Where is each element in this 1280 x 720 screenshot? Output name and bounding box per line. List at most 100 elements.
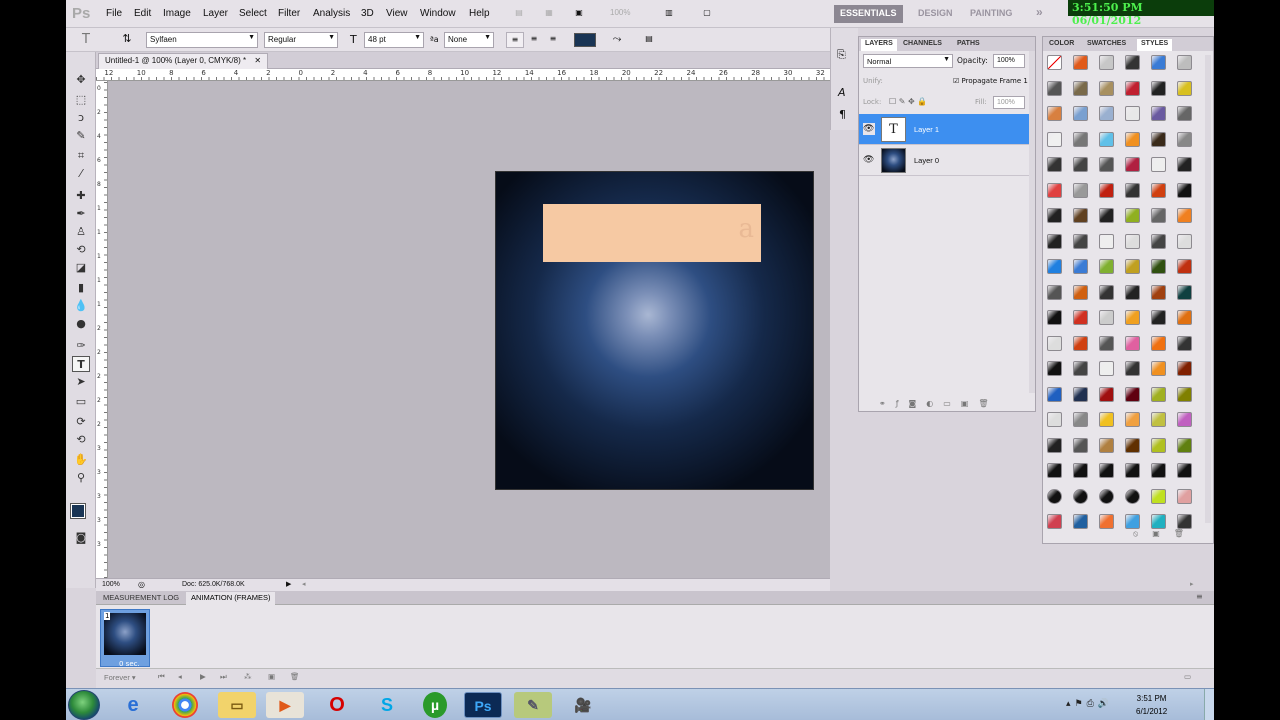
style-swatch[interactable] bbox=[1151, 514, 1166, 529]
workspace-more-icon[interactable]: » bbox=[1030, 2, 1049, 20]
document-canvas[interactable]: a bbox=[495, 171, 814, 490]
workspace-essentials[interactable]: ESSENTIALS bbox=[834, 5, 903, 23]
tween-icon[interactable]: ⁂ bbox=[244, 672, 252, 681]
warp-text-icon[interactable]: ⤳ bbox=[608, 32, 626, 48]
style-swatch[interactable] bbox=[1047, 233, 1062, 249]
style-swatch[interactable] bbox=[1047, 335, 1062, 351]
vertical-ruler[interactable]: 0 2 4 6 8 1 1 1 1 1 2 2 2 2 2 3 3 3 3 3 bbox=[96, 81, 108, 578]
style-swatch[interactable] bbox=[1125, 208, 1140, 223]
healing-brush-tool-icon[interactable]: ✚ bbox=[72, 188, 90, 204]
style-swatch[interactable] bbox=[1151, 386, 1166, 402]
utorrent-icon[interactable]: µ bbox=[423, 692, 447, 718]
font-style-select[interactable]: Regular ▼ bbox=[264, 32, 338, 48]
style-swatch[interactable] bbox=[1073, 284, 1088, 300]
style-swatch[interactable] bbox=[1073, 514, 1088, 529]
workspace-painting[interactable]: PAINTING bbox=[964, 5, 1018, 23]
skype-icon[interactable]: S bbox=[368, 692, 406, 718]
style-swatch[interactable] bbox=[1125, 463, 1140, 478]
3d-rotate-tool-icon[interactable]: ⟳ bbox=[72, 414, 90, 430]
style-swatch[interactable] bbox=[1125, 182, 1140, 198]
menu-image[interactable]: Image bbox=[163, 8, 191, 19]
style-swatch[interactable] bbox=[1151, 463, 1166, 478]
style-swatch[interactable] bbox=[1047, 463, 1062, 478]
style-swatch[interactable] bbox=[1073, 55, 1088, 70]
layer-name[interactable]: Layer 0 bbox=[914, 156, 939, 165]
notes-icon[interactable]: ✎ bbox=[514, 692, 552, 718]
photoshop-taskbar-icon[interactable]: Ps bbox=[464, 692, 502, 718]
style-swatch[interactable] bbox=[1151, 233, 1166, 249]
menu-file[interactable]: File bbox=[106, 8, 122, 19]
style-swatch[interactable] bbox=[1177, 437, 1192, 453]
style-swatch[interactable] bbox=[1073, 208, 1088, 223]
tab-animation-frames[interactable]: ANIMATION (FRAMES) bbox=[186, 592, 276, 605]
paragraph-panel-icon[interactable]: ¶ bbox=[839, 108, 846, 121]
zoom-level[interactable]: 100% bbox=[610, 8, 630, 17]
type-tool-icon[interactable]: T bbox=[82, 32, 90, 47]
style-swatch[interactable] bbox=[1151, 361, 1166, 376]
style-swatch[interactable] bbox=[1151, 488, 1166, 504]
style-swatch[interactable] bbox=[1099, 412, 1114, 427]
style-swatch[interactable] bbox=[1099, 284, 1114, 300]
style-swatch[interactable] bbox=[1177, 488, 1192, 504]
style-swatch[interactable] bbox=[1099, 386, 1114, 402]
history-brush-tool-icon[interactable]: ⟲ bbox=[72, 242, 90, 258]
style-swatch[interactable] bbox=[1073, 386, 1088, 402]
style-swatch[interactable] bbox=[1151, 55, 1166, 70]
style-swatch[interactable] bbox=[1125, 55, 1140, 70]
style-swatch[interactable] bbox=[1047, 488, 1062, 504]
opacity-input[interactable]: 100% bbox=[993, 54, 1025, 68]
screen-mode-icon[interactable]: ▢ bbox=[698, 6, 716, 22]
menu-select[interactable]: Select bbox=[239, 8, 267, 19]
menu-filter[interactable]: Filter bbox=[278, 8, 300, 19]
style-swatch[interactable] bbox=[1047, 361, 1062, 376]
style-swatch[interactable] bbox=[1125, 437, 1140, 453]
style-swatch[interactable] bbox=[1177, 361, 1192, 376]
style-swatch[interactable] bbox=[1073, 463, 1088, 478]
bridge-icon[interactable]: ▤ bbox=[510, 6, 528, 22]
style-swatch[interactable] bbox=[1151, 412, 1166, 427]
3d-orbit-tool-icon[interactable]: ⟲ bbox=[72, 432, 90, 448]
status-info-icon[interactable]: ◎ bbox=[138, 580, 145, 589]
new-frame-icon[interactable]: ▣ bbox=[268, 672, 275, 681]
style-swatch[interactable] bbox=[1125, 335, 1140, 351]
style-swatch[interactable] bbox=[1177, 386, 1192, 402]
tab-channels[interactable]: CHANNELS bbox=[899, 39, 946, 51]
style-swatch[interactable] bbox=[1047, 55, 1062, 70]
align-right-button[interactable]: ≡ bbox=[544, 32, 562, 48]
style-swatch[interactable] bbox=[1177, 208, 1192, 223]
style-swatch[interactable] bbox=[1099, 55, 1114, 70]
style-swatch[interactable] bbox=[1125, 386, 1140, 402]
style-swatch[interactable] bbox=[1151, 131, 1166, 147]
status-doc-info[interactable]: Doc: 625.0K/768.0K bbox=[182, 581, 245, 588]
internet-explorer-icon[interactable]: e bbox=[114, 692, 152, 718]
style-swatch[interactable] bbox=[1099, 361, 1114, 376]
character-panel-icon[interactable]: ▤ bbox=[640, 32, 658, 48]
style-swatch[interactable] bbox=[1125, 310, 1140, 325]
shape-tool-icon[interactable]: ▭ bbox=[72, 394, 90, 410]
quick-mask-icon[interactable]: ◙ bbox=[72, 530, 90, 546]
style-swatch[interactable] bbox=[1073, 233, 1088, 249]
style-swatch[interactable] bbox=[1177, 284, 1192, 300]
tab-swatches[interactable]: SWATCHES bbox=[1083, 39, 1130, 51]
style-swatch[interactable] bbox=[1047, 412, 1062, 427]
view-extras-icon[interactable]: ▣ bbox=[570, 6, 588, 22]
type-tool-button[interactable]: T bbox=[72, 356, 90, 372]
lasso-tool-icon[interactable]: ↄ bbox=[72, 110, 90, 126]
style-swatch[interactable] bbox=[1047, 437, 1062, 453]
blend-mode-select[interactable]: Normal ▼ bbox=[863, 54, 953, 68]
style-swatch[interactable] bbox=[1099, 182, 1114, 198]
style-swatch[interactable] bbox=[1047, 284, 1062, 300]
tray-icons[interactable]: ▴⚑⎙🔊 bbox=[1066, 699, 1113, 709]
visibility-eye-icon[interactable]: 👁 bbox=[863, 123, 875, 135]
show-desktop-button[interactable] bbox=[1204, 689, 1214, 720]
tab-measurement-log[interactable]: MEASUREMENT LOG bbox=[98, 592, 184, 605]
horizontal-ruler[interactable]: 12 10 8 6 4 2 0 2 4 6 8 10 12 14 16 18 20 22 24 26 28 30 32 bbox=[96, 69, 830, 81]
style-swatch[interactable] bbox=[1073, 157, 1088, 172]
blur-tool-icon[interactable]: 💧 bbox=[72, 298, 90, 314]
path-selection-tool-icon[interactable]: ➤ bbox=[72, 374, 90, 390]
menu-window[interactable]: Window bbox=[420, 8, 456, 19]
style-swatch[interactable] bbox=[1177, 514, 1192, 529]
style-swatch[interactable] bbox=[1047, 259, 1062, 274]
style-swatch[interactable] bbox=[1151, 182, 1166, 198]
style-swatch[interactable] bbox=[1073, 361, 1088, 376]
